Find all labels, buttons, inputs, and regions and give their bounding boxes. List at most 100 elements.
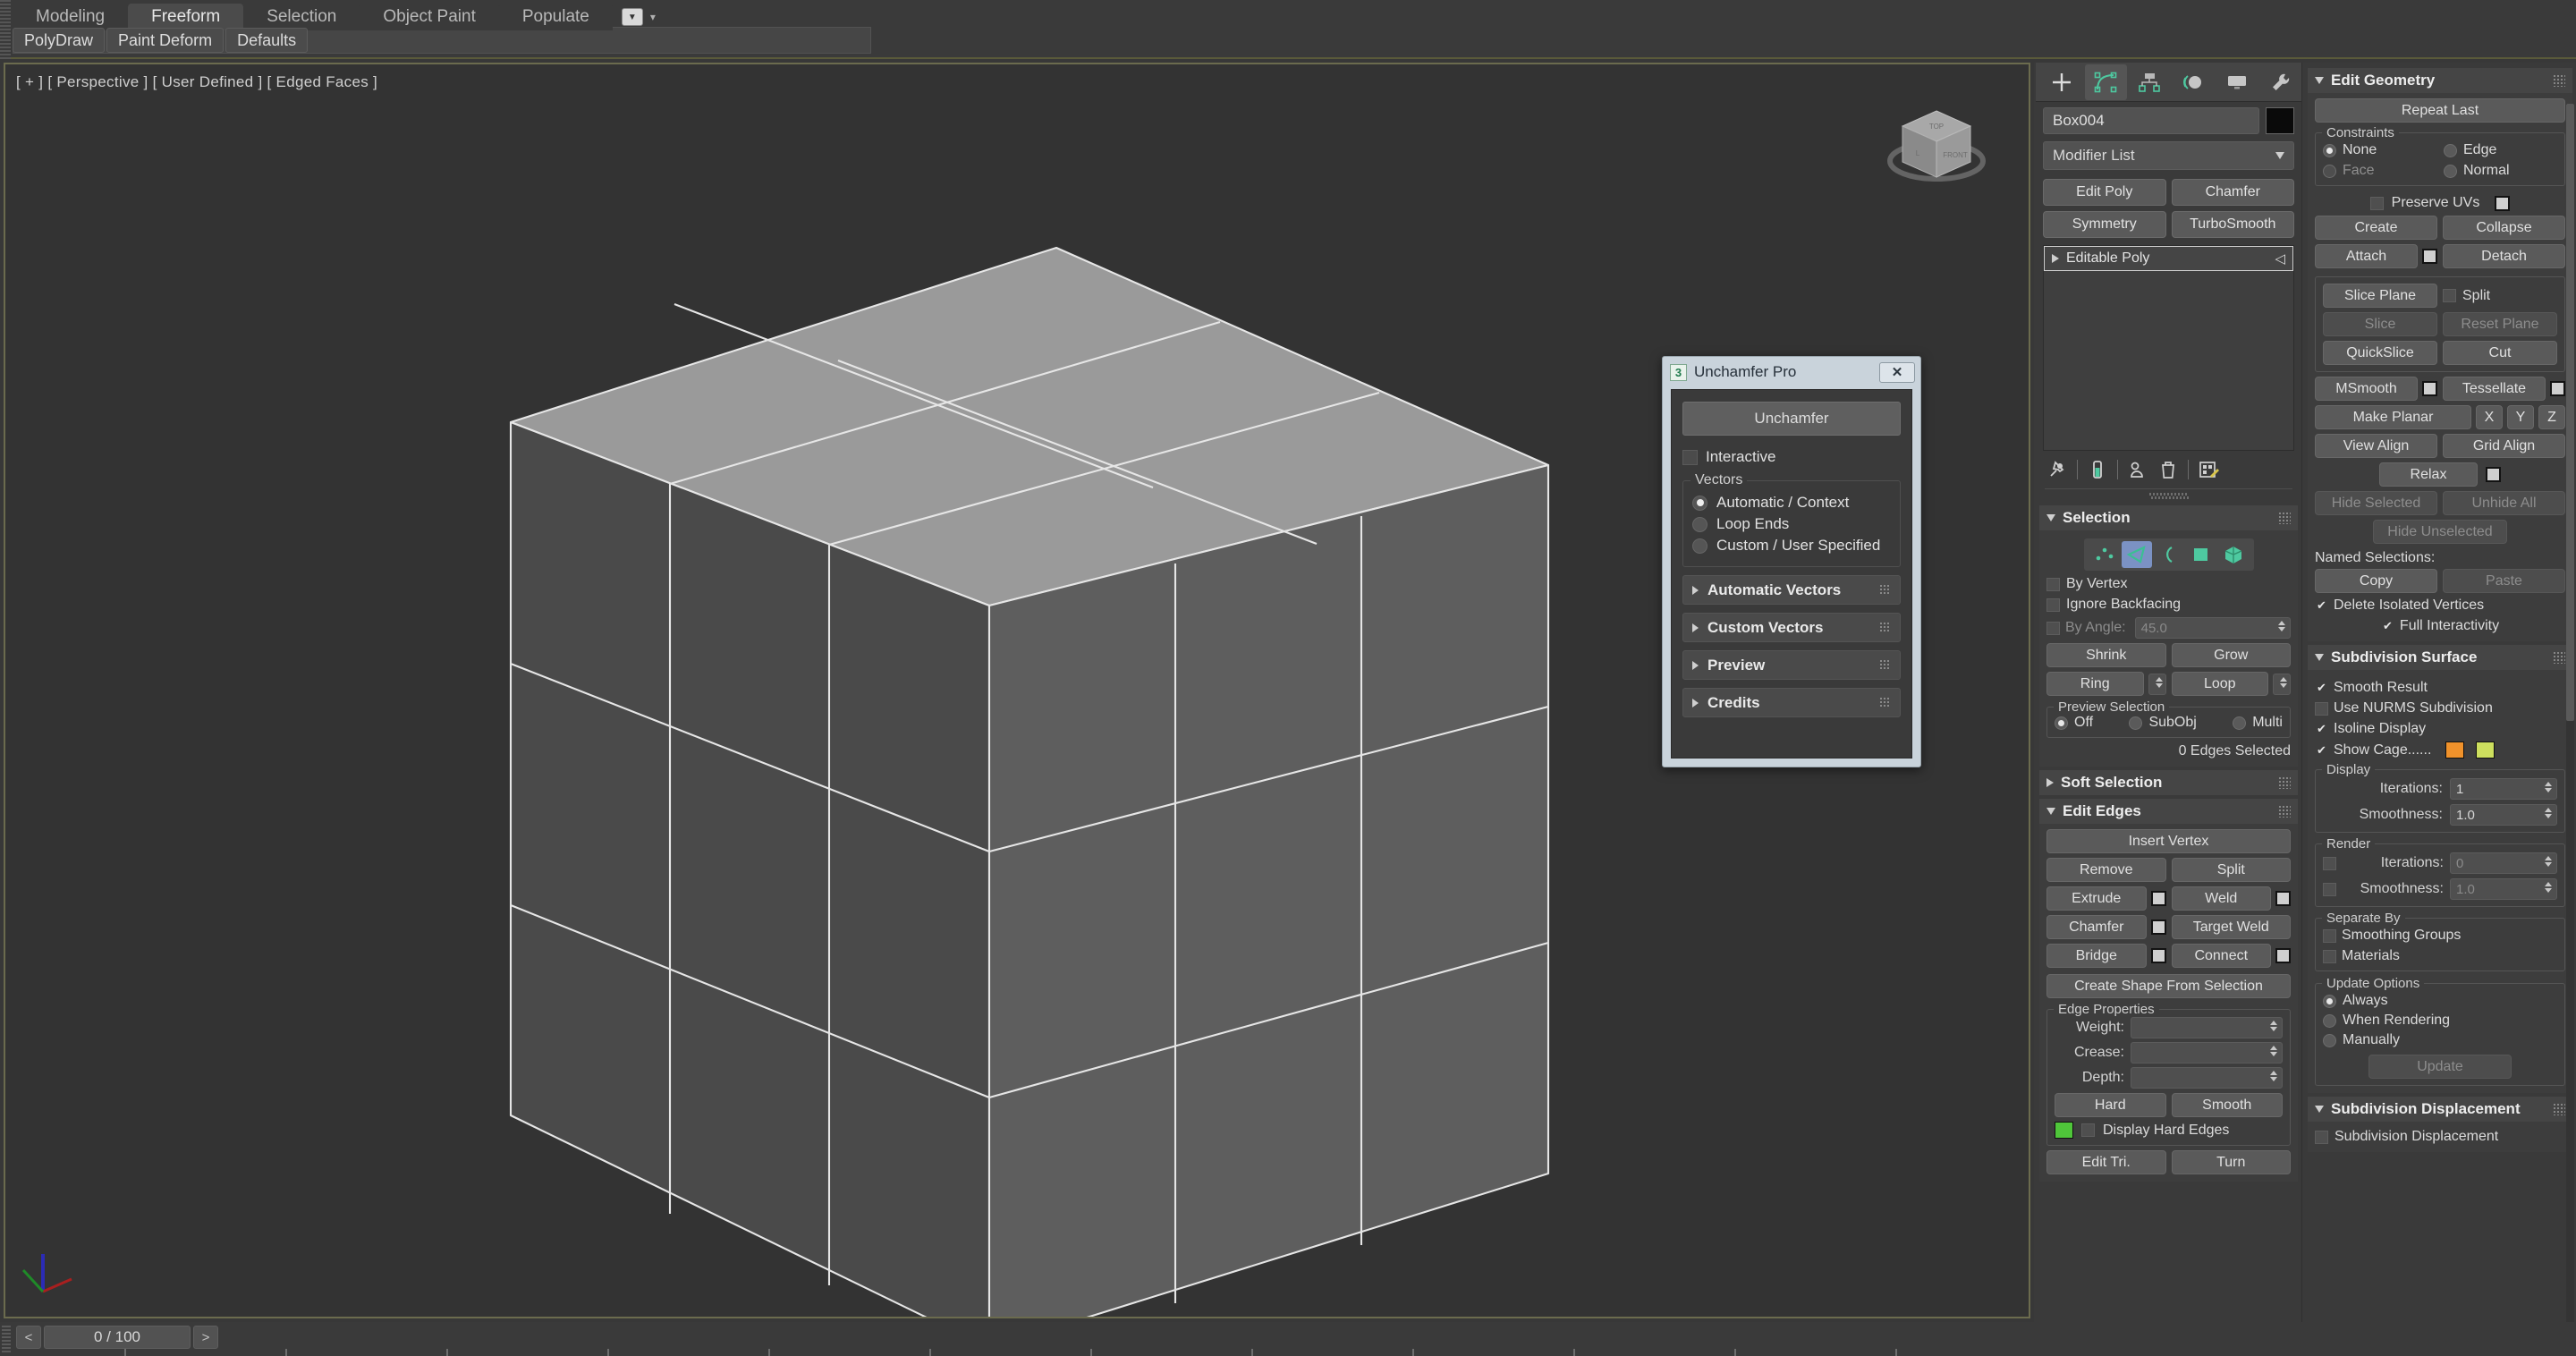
- vectors-option-loop-ends[interactable]: Loop Ends: [1692, 513, 1891, 535]
- ribbon-panel-defaults[interactable]: Defaults: [225, 28, 309, 53]
- rollout-grip-icon[interactable]: [2553, 1103, 2565, 1115]
- render-iterations-checkbox[interactable]: [2323, 856, 2336, 870]
- crease-spinner[interactable]: [2131, 1042, 2283, 1064]
- render-iterations-spinner[interactable]: 0: [2450, 852, 2557, 874]
- chevron-right-icon[interactable]: [1692, 660, 1699, 670]
- by-angle-spinner[interactable]: 45.0: [2134, 617, 2291, 639]
- weight-spinner[interactable]: [2131, 1017, 2283, 1038]
- command-panel-scrollbar[interactable]: [2566, 104, 2574, 1338]
- smoothing-groups-checkbox[interactable]: [2323, 928, 2336, 943]
- by-angle-row[interactable]: By Angle: 45.0: [2046, 617, 2291, 639]
- bridge-settings-icon[interactable]: [2150, 948, 2166, 963]
- smoothing-groups-row[interactable]: Smoothing Groups: [2323, 928, 2557, 944]
- chevron-down-icon[interactable]: [2315, 77, 2324, 84]
- preserve-uvs-checkbox[interactable]: [2369, 196, 2384, 210]
- view-align-button[interactable]: View Align: [2315, 434, 2437, 458]
- constraint-normal[interactable]: Normal: [2444, 163, 2557, 179]
- radio-icon[interactable]: [2444, 143, 2457, 157]
- isoline-display-row[interactable]: ✔ Isoline Display: [2315, 721, 2565, 737]
- rollout-custom-vectors[interactable]: Custom Vectors: [1682, 613, 1901, 642]
- weld-button[interactable]: Weld: [2171, 886, 2271, 911]
- modifier-button-edit-poly[interactable]: Edit Poly: [2043, 179, 2166, 206]
- create-shape-from-selection-button[interactable]: Create Shape From Selection: [2046, 974, 2291, 998]
- slice-button[interactable]: Slice: [2323, 312, 2437, 336]
- radio-icon[interactable]: [2129, 716, 2143, 730]
- tessellate-button[interactable]: Tessellate: [2443, 377, 2546, 401]
- delete-isolated-vertices-row[interactable]: ✔ Delete Isolated Vertices: [2315, 597, 2565, 614]
- modifier-stack-list[interactable]: Editable Poly ◁: [2043, 245, 2294, 451]
- motion-tab[interactable]: [2172, 64, 2214, 100]
- connect-settings-icon[interactable]: [2275, 948, 2291, 963]
- remove-button[interactable]: Remove: [2046, 858, 2166, 882]
- chevron-right-icon[interactable]: [2052, 254, 2059, 263]
- render-smoothness-checkbox[interactable]: [2323, 882, 2336, 896]
- chevron-down-small-icon[interactable]: ▾: [650, 11, 656, 23]
- chevron-down-icon[interactable]: [2046, 514, 2055, 521]
- ribbon-panel-polydraw[interactable]: PolyDraw: [13, 28, 106, 53]
- split-checkbox-row[interactable]: Split: [2443, 284, 2557, 308]
- vectors-option-automatic[interactable]: Automatic / Context: [1692, 492, 1891, 513]
- show-cage-checkbox[interactable]: ✔: [2315, 743, 2328, 757]
- target-weld-button[interactable]: Target Weld: [2171, 915, 2291, 939]
- delete-isolated-vertices-checkbox[interactable]: ✔: [2315, 598, 2328, 613]
- display-smoothness-spinner[interactable]: 1.0: [2450, 804, 2557, 826]
- pin-stack-icon[interactable]: [2046, 459, 2068, 480]
- hard-edge-color-swatch[interactable]: [2055, 1122, 2073, 1139]
- update-manually[interactable]: Manually: [2323, 1032, 2557, 1048]
- use-nurms-checkbox[interactable]: [2315, 701, 2328, 716]
- rollout-grip-icon[interactable]: [2553, 74, 2565, 87]
- loop-spinner[interactable]: [2273, 673, 2291, 695]
- isoline-display-checkbox[interactable]: ✔: [2315, 722, 2328, 736]
- chevron-down-icon[interactable]: ▼: [621, 8, 643, 26]
- modifier-button-symmetry[interactable]: Symmetry: [2043, 211, 2166, 238]
- rollout-grip-icon[interactable]: [2278, 776, 2291, 789]
- by-vertex-checkbox[interactable]: [2046, 577, 2060, 591]
- interactive-checkbox-row[interactable]: Interactive: [1682, 448, 1901, 466]
- configure-sets-icon[interactable]: [2198, 459, 2221, 480]
- detach-button[interactable]: Detach: [2443, 244, 2565, 268]
- preserve-uvs-row[interactable]: Preserve UVs: [2315, 195, 2565, 211]
- previous-frame-button[interactable]: <: [16, 1326, 41, 1349]
- msmooth-button[interactable]: MSmooth: [2315, 377, 2418, 401]
- rollout-preview[interactable]: Preview: [1682, 650, 1901, 680]
- subdivision-displacement-row[interactable]: Subdivision Displacement: [2315, 1129, 2565, 1145]
- materials-checkbox[interactable]: [2323, 949, 2336, 963]
- ring-spinner[interactable]: [2148, 673, 2166, 695]
- smooth-result-checkbox[interactable]: ✔: [2315, 681, 2328, 695]
- spinner-arrows-icon[interactable]: [2545, 808, 2552, 818]
- remove-modifier-icon[interactable]: [2157, 459, 2179, 480]
- chamfer-button[interactable]: Chamfer: [2046, 915, 2147, 939]
- preview-selection-subobj[interactable]: SubObj: [2129, 715, 2197, 731]
- spinner-arrows-icon[interactable]: [2545, 856, 2552, 867]
- collapse-button[interactable]: Collapse: [2443, 216, 2565, 240]
- depth-spinner[interactable]: [2131, 1067, 2283, 1089]
- chevron-down-icon[interactable]: [2315, 654, 2324, 661]
- connect-button[interactable]: Connect: [2171, 944, 2271, 968]
- rollout-grip-icon[interactable]: [1879, 584, 1891, 596]
- dialog-title-bar[interactable]: 3 Unchamfer Pro ✕: [1663, 357, 1920, 387]
- display-iterations-spinner[interactable]: 1: [2450, 778, 2557, 800]
- spinner-arrows-icon[interactable]: [2278, 621, 2285, 631]
- unchamfer-button[interactable]: Unchamfer: [1682, 402, 1901, 436]
- element-icon[interactable]: [2218, 541, 2249, 568]
- modify-tab[interactable]: [2084, 64, 2127, 100]
- radio-icon[interactable]: [2323, 164, 2336, 178]
- constraint-none[interactable]: None: [2323, 142, 2436, 158]
- constraint-edge[interactable]: Edge: [2444, 142, 2557, 158]
- current-frame-field[interactable]: 0 / 100: [44, 1326, 191, 1349]
- relax-settings-icon[interactable]: [2486, 467, 2501, 482]
- rollout-subdivision-displacement-header[interactable]: Subdivision Displacement: [2308, 1097, 2572, 1122]
- chevron-down-icon[interactable]: [2275, 152, 2284, 159]
- update-always[interactable]: Always: [2323, 993, 2557, 1009]
- ribbon-overflow[interactable]: ▼ ▾: [613, 4, 665, 30]
- shrink-button[interactable]: Shrink: [2046, 643, 2166, 667]
- relax-button[interactable]: Relax: [2379, 462, 2478, 487]
- hide-unselected-button[interactable]: Hide Unselected: [2373, 520, 2507, 544]
- show-cage-row[interactable]: ✔ Show Cage......: [2315, 742, 2565, 759]
- make-planar-button[interactable]: Make Planar: [2315, 405, 2471, 429]
- radio-icon[interactable]: [2444, 164, 2457, 178]
- spinner-arrows-icon[interactable]: [2270, 1021, 2277, 1031]
- rollout-automatic-vectors[interactable]: Automatic Vectors: [1682, 575, 1901, 605]
- tessellate-settings-icon[interactable]: [2550, 381, 2565, 396]
- rollout-grip-icon[interactable]: [1879, 697, 1891, 708]
